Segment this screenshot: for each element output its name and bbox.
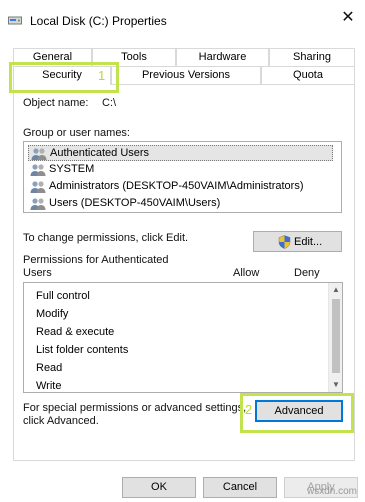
users-icon [31,148,47,160]
permission-row: Read & execute [36,326,115,338]
tab-hardware[interactable]: Hardware [176,48,269,66]
edit-button-label: Edit... [294,236,323,248]
groups-label: Group or user names: [23,127,130,139]
scroll-up-icon[interactable]: ▲ [329,283,343,297]
list-item[interactable]: Users (DESKTOP-450VAIM\Users) [28,196,333,212]
window-title: Local Disk (C:) Properties [30,14,167,28]
users-icon [30,181,46,193]
object-name-value: C:\ [102,97,117,109]
group-name: Administrators (DESKTOP-450VAIM\Administ… [49,180,304,192]
users-icon [30,198,46,210]
permission-row: Write [36,380,62,392]
tab-previous-versions[interactable]: Previous Versions [111,66,261,84]
special-permissions-text-line1: For special permissions or advanced sett… [23,402,247,414]
permission-row: Modify [36,308,69,320]
special-permissions-text-line2: click Advanced. [23,415,99,427]
tab-general[interactable]: General [13,48,92,66]
close-icon[interactable]: ✕ [340,10,356,26]
allow-header: Allow [233,267,260,279]
groups-listbox[interactable]: Authenticated Users SYSTEM Administrator… [23,141,342,213]
title-bar: Local Disk (C:) Properties ✕ [0,0,365,40]
permission-row: Read [36,362,63,374]
permission-row: Full control [36,290,90,302]
object-name-label: Object name: [23,97,89,109]
group-name: SYSTEM [49,163,95,175]
group-name: Authenticated Users [50,147,150,159]
deny-header: Deny [294,267,320,279]
ok-button[interactable]: OK [122,477,196,498]
change-permissions-text: To change permissions, click Edit. [23,232,189,244]
step1-number: 1 [98,68,106,83]
tab-sharing[interactable]: Sharing [269,48,355,66]
list-item[interactable]: SYSTEM [28,162,333,178]
list-item[interactable]: Administrators (DESKTOP-450VAIM\Administ… [28,179,333,195]
cancel-button[interactable]: Cancel [203,477,277,498]
users-icon [30,164,46,176]
tab-security[interactable]: Security [13,66,111,85]
watermark: wsxdn.com [307,486,358,497]
permissions-listbox: Full control Modify Read & execute List … [23,282,343,393]
permissions-scrollbar[interactable]: ▲ ▼ [328,283,342,392]
permission-row: List folder contents [36,344,129,356]
tab-tools[interactable]: Tools [92,48,176,66]
edit-button[interactable]: Edit... [253,231,342,252]
shield-icon [278,235,291,249]
list-item[interactable]: Authenticated Users [28,145,333,161]
scroll-thumb[interactable] [332,299,340,373]
scroll-down-icon[interactable]: ▼ [329,378,343,392]
tab-quota[interactable]: Quota [261,66,355,84]
permissions-label-line1: Permissions for Authenticated [23,254,169,266]
step2-number: 2 [245,402,253,417]
group-name: Users (DESKTOP-450VAIM\Users) [49,197,221,209]
advanced-button[interactable]: Advanced [255,400,343,422]
drive-icon [8,16,22,25]
permissions-label-line2: Users [23,267,52,279]
